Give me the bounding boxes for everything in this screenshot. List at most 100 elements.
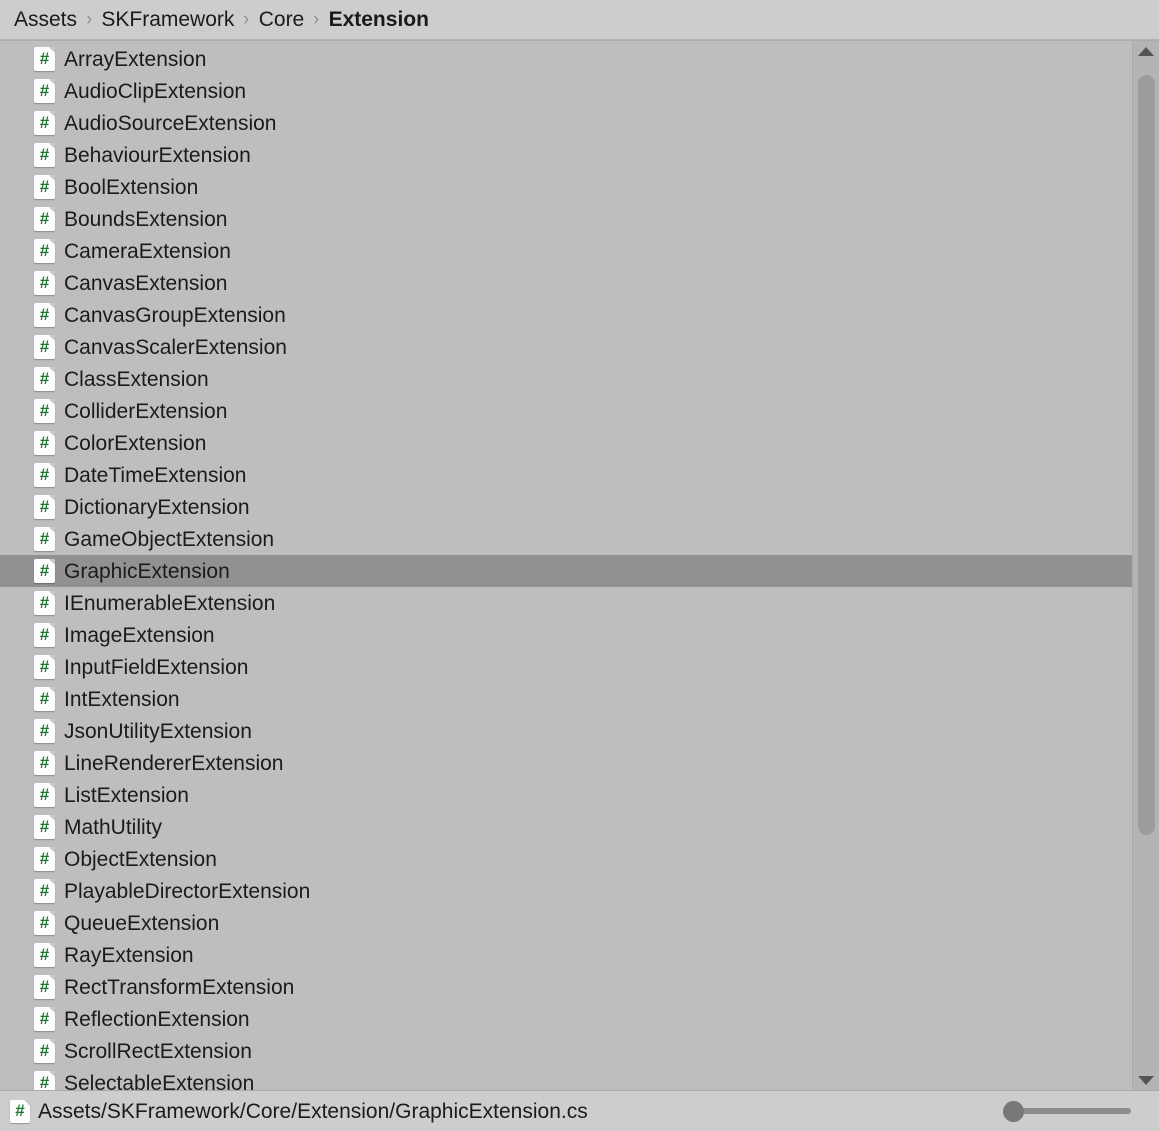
asset-row[interactable]: # CanvasExtension [0, 267, 1132, 299]
zoom-slider[interactable] [1003, 1099, 1131, 1123]
asset-row[interactable]: # ImageExtension [0, 619, 1132, 651]
csharp-script-icon: # [34, 143, 55, 167]
hash-glyph: # [39, 400, 50, 420]
asset-row[interactable]: # GameObjectExtension [0, 523, 1132, 555]
csharp-script-icon: # [34, 399, 55, 423]
asset-row[interactable]: # ObjectExtension [0, 843, 1132, 875]
breadcrumb-separator-icon: › [86, 9, 92, 30]
csharp-script-icon: # [34, 527, 55, 551]
scroll-down-arrow[interactable] [1133, 1070, 1159, 1090]
csharp-script-icon: # [34, 591, 55, 615]
hash-glyph: # [39, 144, 50, 164]
breadcrumb-item-extension[interactable]: Extension [329, 9, 429, 30]
csharp-script-icon: # [34, 623, 55, 647]
hash-glyph: # [39, 528, 50, 548]
selected-asset-path: Assets/SKFramework/Core/Extension/Graphi… [38, 1099, 588, 1123]
csharp-script-icon: # [34, 559, 55, 583]
asset-name-label: InputFieldExtension [64, 655, 249, 679]
csharp-script-icon: # [34, 79, 55, 103]
csharp-script-icon: # [34, 271, 55, 295]
asset-row[interactable]: # ColorExtension [0, 427, 1132, 459]
asset-row[interactable]: # LineRendererExtension [0, 747, 1132, 779]
asset-row[interactable]: # IEnumerableExtension [0, 587, 1132, 619]
asset-row[interactable]: # ColliderExtension [0, 395, 1132, 427]
asset-row[interactable]: # ScrollRectExtension [0, 1035, 1132, 1067]
asset-name-label: GraphicExtension [64, 559, 230, 583]
asset-row[interactable]: # DateTimeExtension [0, 459, 1132, 491]
breadcrumb-item-core[interactable]: Core [259, 9, 305, 30]
asset-name-label: ColliderExtension [64, 399, 228, 423]
asset-row[interactable]: # BoundsExtension [0, 203, 1132, 235]
csharp-script-icon: # [34, 943, 55, 967]
asset-row[interactable]: # CameraExtension [0, 235, 1132, 267]
csharp-script-icon: # [34, 239, 55, 263]
hash-glyph: # [39, 336, 50, 356]
csharp-script-icon: # [34, 655, 55, 679]
hash-glyph: # [39, 272, 50, 292]
triangle-down-icon [1138, 1075, 1154, 1085]
status-bar: # Assets/SKFramework/Core/Extension/Grap… [0, 1090, 1159, 1131]
hash-glyph: # [39, 176, 50, 196]
hash-glyph: # [39, 976, 50, 996]
asset-row[interactable]: # RectTransformExtension [0, 971, 1132, 1003]
asset-row[interactable]: # MathUtility [0, 811, 1132, 843]
asset-name-label: CameraExtension [64, 239, 231, 263]
csharp-script-icon: # [34, 303, 55, 327]
scrollbar-track[interactable] [1133, 61, 1159, 1070]
asset-name-label: ScrollRectExtension [64, 1039, 252, 1063]
asset-row[interactable]: # IntExtension [0, 683, 1132, 715]
asset-name-label: ClassExtension [64, 367, 209, 391]
csharp-script-icon: # [34, 207, 55, 231]
asset-row[interactable]: # CanvasGroupExtension [0, 299, 1132, 331]
scroll-up-arrow[interactable] [1133, 41, 1159, 61]
asset-row[interactable]: # ListExtension [0, 779, 1132, 811]
asset-name-label: LineRendererExtension [64, 751, 284, 775]
asset-row[interactable]: # SelectableExtension [0, 1067, 1132, 1090]
asset-row[interactable]: # InputFieldExtension [0, 651, 1132, 683]
hash-glyph: # [39, 48, 50, 68]
asset-row[interactable]: # JsonUtilityExtension [0, 715, 1132, 747]
csharp-script-icon: # [34, 975, 55, 999]
asset-row[interactable]: # DictionaryExtension [0, 491, 1132, 523]
asset-row[interactable]: # ClassExtension [0, 363, 1132, 395]
hash-glyph: # [39, 752, 50, 772]
asset-name-label: DateTimeExtension [64, 463, 247, 487]
asset-row[interactable]: # ReflectionExtension [0, 1003, 1132, 1035]
asset-row[interactable]: # CanvasScalerExtension [0, 331, 1132, 363]
asset-row[interactable]: # BoolExtension [0, 171, 1132, 203]
hash-glyph: # [39, 208, 50, 228]
hash-glyph: # [39, 912, 50, 932]
asset-row[interactable]: # PlayableDirectorExtension [0, 875, 1132, 907]
asset-list-area: # ArrayExtension # AudioClipExtension # Audio… [0, 40, 1159, 1090]
csharp-script-icon: # [34, 335, 55, 359]
asset-row[interactable]: # ArrayExtension [0, 43, 1132, 75]
asset-row[interactable]: # RayExtension [0, 939, 1132, 971]
hash-glyph: # [39, 304, 50, 324]
asset-name-label: BehaviourExtension [64, 143, 251, 167]
asset-list[interactable]: # ArrayExtension # AudioClipExtension # Audio… [0, 41, 1132, 1090]
hash-glyph: # [39, 432, 50, 452]
asset-row[interactable]: # AudioClipExtension [0, 75, 1132, 107]
asset-row[interactable]: # AudioSourceExtension [0, 107, 1132, 139]
asset-row[interactable]: # QueueExtension [0, 907, 1132, 939]
asset-row[interactable]: # BehaviourExtension [0, 139, 1132, 171]
hash-glyph: # [39, 1008, 50, 1028]
asset-name-label: ListExtension [64, 783, 189, 807]
scrollbar-thumb[interactable] [1138, 75, 1155, 835]
vertical-scrollbar[interactable] [1132, 41, 1159, 1090]
breadcrumb-item-assets[interactable]: Assets [14, 9, 77, 30]
hash-glyph: # [39, 240, 50, 260]
hash-glyph: # [39, 368, 50, 388]
csharp-script-icon: # [34, 111, 55, 135]
asset-name-label: RayExtension [64, 943, 194, 967]
hash-glyph: # [39, 688, 50, 708]
asset-row[interactable]: # GraphicExtension [0, 555, 1132, 587]
asset-name-label: AudioSourceExtension [64, 111, 277, 135]
csharp-script-icon: # [34, 815, 55, 839]
asset-name-label: ColorExtension [64, 431, 207, 455]
breadcrumb-item-skframework[interactable]: SKFramework [101, 9, 234, 30]
zoom-slider-track[interactable] [1007, 1108, 1131, 1114]
asset-name-label: JsonUtilityExtension [64, 719, 252, 743]
csharp-script-icon: # [34, 495, 55, 519]
zoom-slider-knob[interactable] [1003, 1100, 1024, 1122]
